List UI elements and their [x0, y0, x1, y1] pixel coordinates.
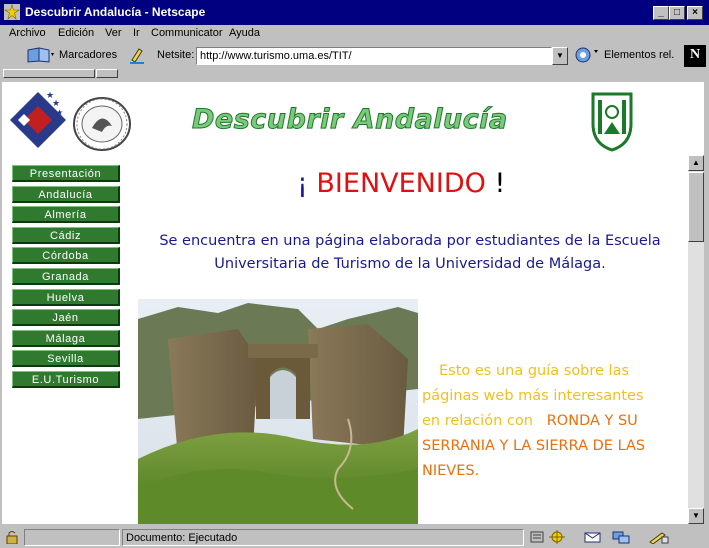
- guide-line-2: páginas web más interesantes: [422, 388, 644, 404]
- status-text: Documento: Ejecutado: [122, 529, 524, 546]
- intro-paragraph: Se encuentra en una página elaborada por…: [159, 233, 661, 272]
- scroll-down-arrow-icon[interactable]: ▼: [688, 508, 704, 524]
- maximize-button[interactable]: □: [669, 6, 685, 20]
- welcome-heading: ¡ BIENVENIDO !: [297, 168, 505, 199]
- url-input[interactable]: http://www.turismo.uma.es/TIT/: [196, 47, 552, 65]
- scrollbar-thumb[interactable]: [688, 172, 704, 242]
- junta-andalucia-logo: [589, 90, 635, 155]
- page-content: ★ ★ ★ Descubrir Andalucía Presentación A…: [2, 82, 688, 524]
- welcome-close-mark: !: [485, 168, 506, 199]
- related-links-icon[interactable]: [573, 46, 601, 67]
- menu-ver[interactable]: Ver: [105, 27, 122, 39]
- nav-cordoba[interactable]: Córdoba: [12, 247, 120, 265]
- composer-icon[interactable]: [648, 530, 670, 547]
- nav-malaga[interactable]: Málaga: [12, 329, 120, 347]
- status-bar: Documento: Ejecutado: [0, 527, 709, 548]
- province-nav: Presentación Andalucía Almería Cádiz Cór…: [12, 165, 120, 392]
- site-title: Descubrir Andalucía: [192, 104, 508, 136]
- close-button[interactable]: ×: [687, 6, 703, 20]
- toolbar-tab[interactable]: [3, 69, 95, 78]
- netscape-app-icon: [4, 3, 20, 20]
- viewport-edge: [688, 82, 704, 155]
- guide-line-3: en relación con: [422, 413, 533, 429]
- security-lock-icon[interactable]: [4, 530, 20, 547]
- tourism-school-logo: ★ ★ ★: [10, 90, 66, 153]
- window-title: Descubrir Andalucía - Netscape: [25, 5, 206, 19]
- netscape-n-logo[interactable]: N: [684, 45, 706, 67]
- vertical-scrollbar[interactable]: ▲ ▼: [688, 155, 704, 524]
- scroll-up-arrow-icon[interactable]: ▲: [688, 155, 704, 171]
- menu-edicion[interactable]: Edición: [58, 27, 94, 39]
- welcome-open-mark: ¡: [297, 168, 317, 199]
- navigator-icon[interactable]: [548, 530, 566, 547]
- menu-archivo[interactable]: Archivo: [9, 27, 46, 39]
- nav-huelva[interactable]: Huelva: [12, 288, 120, 306]
- welcome-word: BIENVENIDO: [316, 168, 486, 199]
- minimize-button[interactable]: _: [653, 6, 669, 20]
- component-bar-icon[interactable]: [530, 530, 544, 547]
- guide-line-1: Esto es una guía sobre las: [439, 363, 630, 379]
- title-bar: Descubrir Andalucía - Netscape _ □ ×: [0, 0, 709, 25]
- nav-cadiz[interactable]: Cádiz: [12, 226, 120, 244]
- guide-text: Esto es una guía sobre las páginas web m…: [422, 359, 680, 484]
- ronda-bridge-photo: [138, 299, 418, 524]
- netsite-label: Netsite:: [157, 49, 195, 61]
- menu-ayuda[interactable]: Ayuda: [229, 27, 260, 39]
- mail-icon[interactable]: [584, 530, 602, 547]
- nav-eu-turismo[interactable]: E.U.Turismo: [12, 370, 120, 388]
- nav-jaen[interactable]: Jaén: [12, 309, 120, 327]
- menu-bar: Archivo Edición Ver Ir Communicator Ayud…: [0, 25, 709, 43]
- related-links-label[interactable]: Elementos rel.: [604, 49, 674, 61]
- svg-text:★: ★: [56, 108, 63, 117]
- bookmarks-icon[interactable]: [25, 46, 55, 67]
- menu-ir[interactable]: Ir: [133, 27, 140, 39]
- discussion-icon[interactable]: [612, 530, 630, 547]
- toolbar-tab[interactable]: [96, 69, 118, 78]
- progress-segment: [24, 529, 120, 546]
- nav-presentacion[interactable]: Presentación: [12, 165, 120, 182]
- url-dropdown-button[interactable]: ▼: [552, 47, 568, 65]
- nav-almeria[interactable]: Almería: [12, 206, 120, 224]
- nav-granada[interactable]: Granada: [12, 267, 120, 285]
- bookmarks-label[interactable]: Marcadores: [59, 49, 117, 61]
- edit-pencil-icon[interactable]: [128, 46, 146, 67]
- nav-sevilla[interactable]: Sevilla: [12, 350, 120, 368]
- university-seal-logo: [72, 96, 132, 155]
- menu-communicator[interactable]: Communicator: [151, 27, 223, 39]
- collapsed-toolbars: [0, 68, 709, 79]
- svg-text:★: ★: [52, 98, 60, 108]
- nav-andalucia[interactable]: Andalucía: [12, 185, 120, 203]
